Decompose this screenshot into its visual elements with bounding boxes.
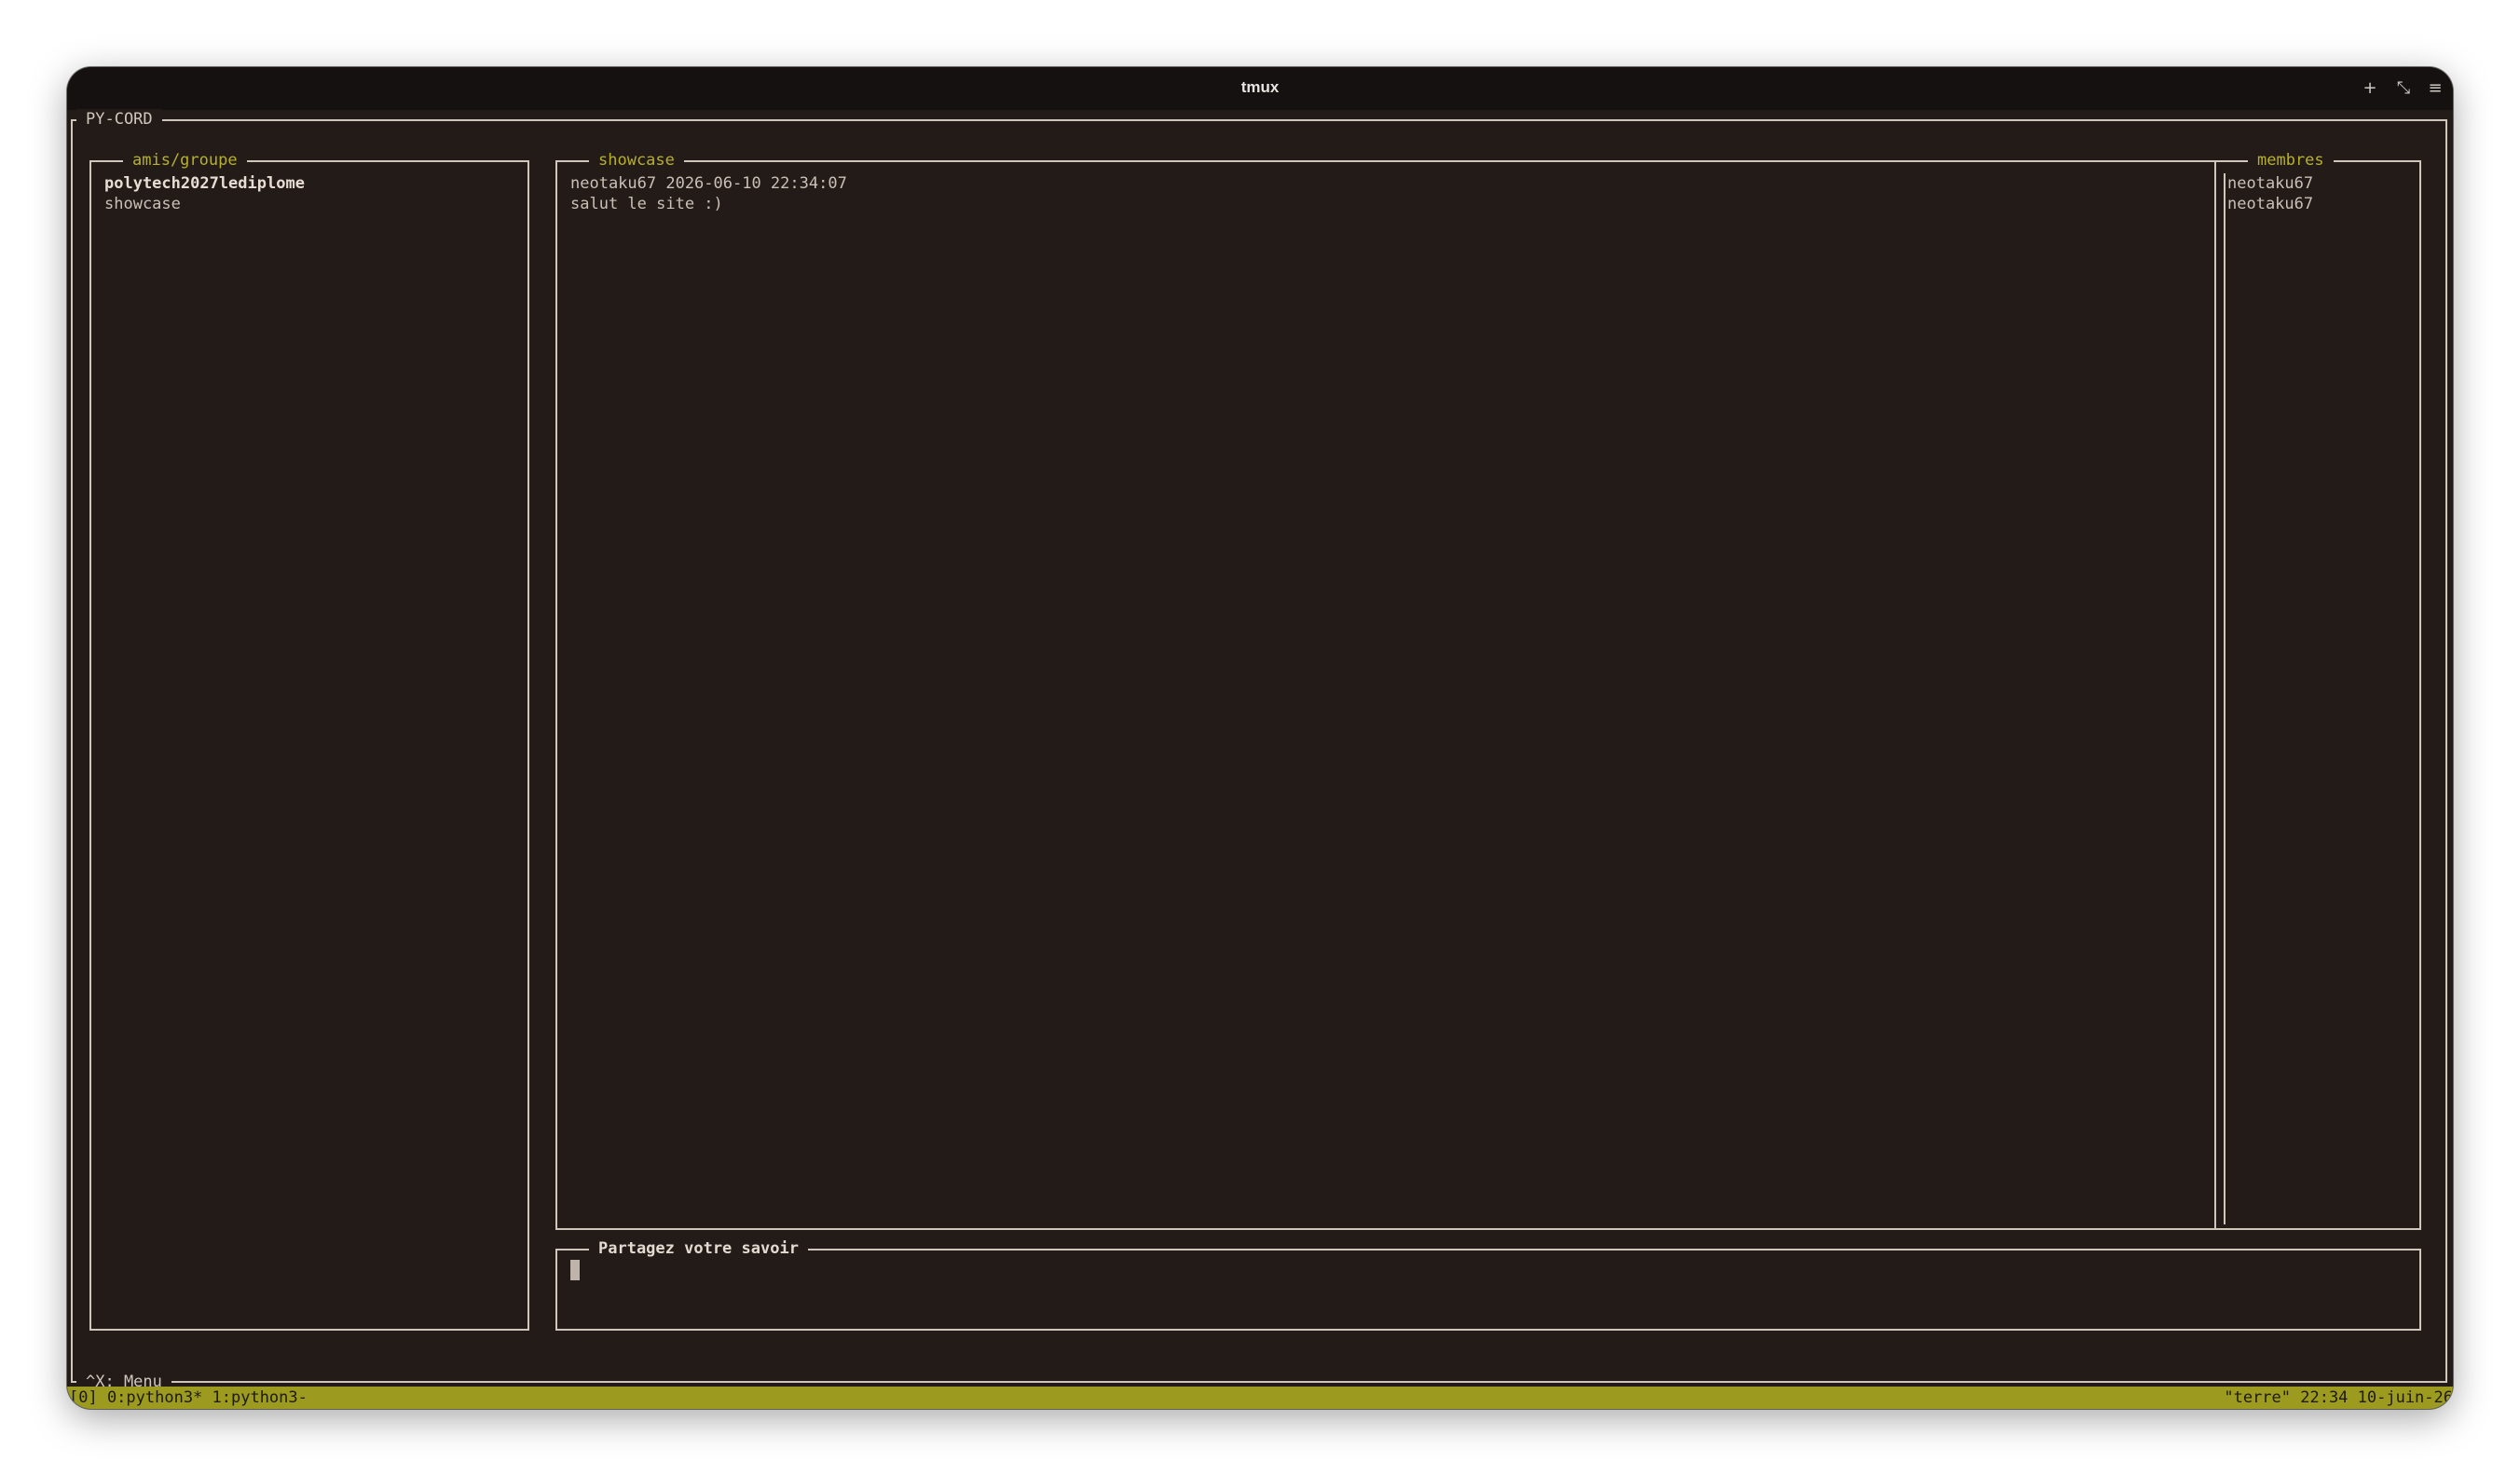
message-input-title: Partagez votre savoir (589, 1238, 808, 1259)
chat-panel-title: showcase (589, 150, 684, 171)
menu-icon[interactable]: ≡ (2423, 76, 2447, 101)
text-cursor (570, 1260, 580, 1280)
terminal-window: tmux + ⤡ ≡ PY-CORD ^X: Menu amis/groupe … (67, 67, 2453, 1409)
chat-panel: showcase neotaku67 2026-06-10 22:34:07 s… (555, 150, 2216, 1230)
message-header: neotaku67 2026-06-10 22:34:07 (570, 174, 847, 193)
tmux-window-list[interactable]: [0] 0:python3* 1:python3- (69, 1387, 308, 1409)
member-item[interactable]: neotaku67 (2227, 173, 2313, 194)
friends-panel: amis/groupe polytech2027lediplome showca… (89, 150, 529, 1331)
members-panel-title: membres (2248, 150, 2334, 171)
friend-item[interactable]: polytech2027lediplome (104, 173, 305, 194)
members-panel: membres neotaku67 neotaku67 (2214, 150, 2421, 1230)
tmux-status-right: "terre" 22:34 10-juin-26 (2224, 1388, 2453, 1407)
window-title: tmux (1240, 78, 1280, 96)
message-text: salut le site :) (570, 195, 723, 213)
members-divider (2224, 173, 2226, 1224)
tmux-status-bar: [0] 0:python3* 1:python3- "terre" 22:34 … (67, 1387, 2453, 1409)
title-bar: tmux + ⤡ ≡ (67, 67, 2453, 110)
terminal-area[interactable]: PY-CORD ^X: Menu amis/groupe polytech202… (67, 109, 2453, 1409)
message-input-panel[interactable]: Partagez votre savoir (555, 1238, 2421, 1331)
friend-item[interactable]: showcase (104, 194, 181, 214)
plus-icon[interactable]: + (2358, 76, 2382, 101)
collapse-icon[interactable]: ⤡ (2391, 76, 2416, 101)
friends-panel-title: amis/groupe (123, 150, 247, 171)
member-item[interactable]: neotaku67 (2227, 194, 2313, 214)
app-title: PY-CORD (76, 109, 162, 130)
